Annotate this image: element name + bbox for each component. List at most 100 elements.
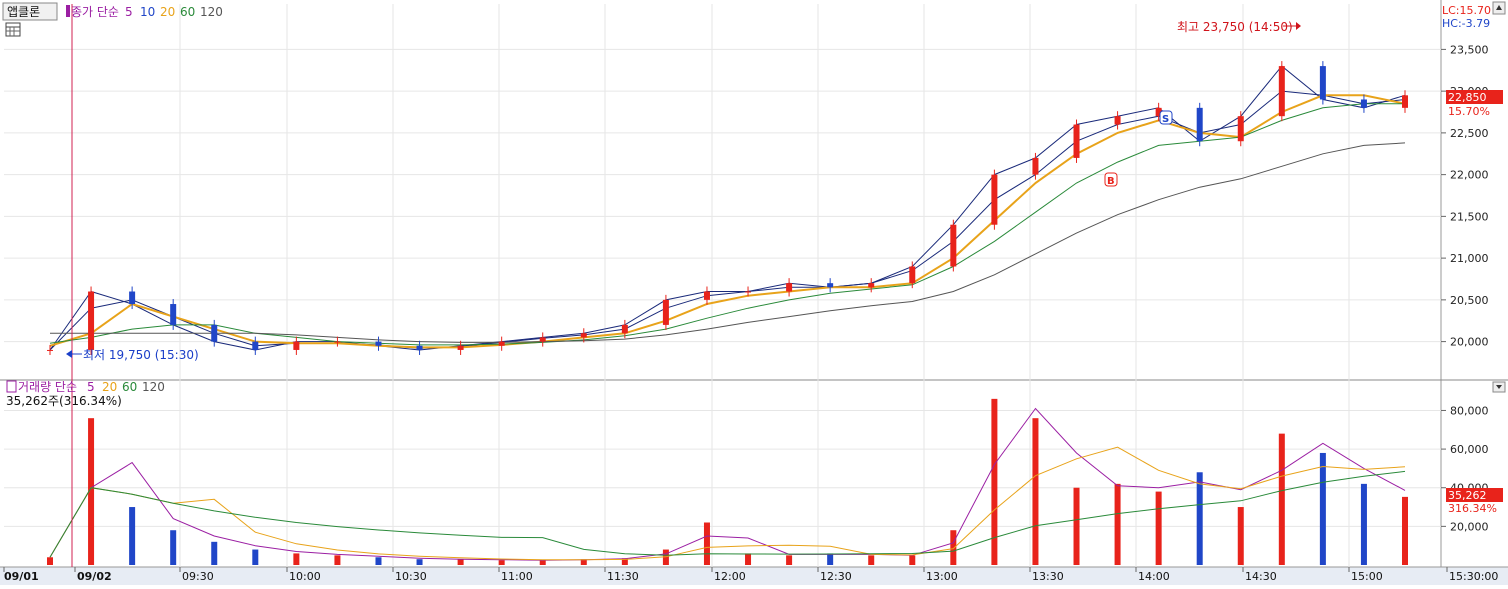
volume-tick-label: 80,000 [1450, 404, 1489, 417]
price-legend: 종가 단순 5 10 20 60 120 [66, 5, 223, 19]
calendar-icon[interactable] [5, 22, 21, 37]
volume-bar [827, 553, 834, 565]
price-tick-label: 23,500 [1450, 43, 1489, 56]
volume-bar [1114, 483, 1121, 565]
candle-body [375, 341, 382, 346]
candle-body [662, 299, 669, 325]
volume-bar [170, 530, 177, 565]
volume-bar [1073, 487, 1080, 565]
time-tick-label: 12:00 [714, 570, 746, 583]
time-tick-label: 14:00 [1138, 570, 1170, 583]
volume-bar [498, 560, 505, 565]
volume-bar [129, 507, 136, 565]
candle-body [1278, 66, 1285, 117]
candle-body [621, 324, 628, 334]
volume-legend-ma120: 120 [142, 380, 165, 394]
volume-legend-ma60: 60 [122, 380, 137, 394]
volume-bar [334, 555, 341, 565]
time-tick-label: 15:00 [1351, 570, 1383, 583]
candle-body [129, 291, 136, 305]
time-tick-label: 09/02 [77, 570, 112, 583]
candle-body [498, 341, 505, 346]
low-label: 최저 19,750 (15:30) [83, 348, 199, 362]
candle-body [580, 333, 587, 338]
time-tick-label: 14:30 [1245, 570, 1277, 583]
candle-body [909, 266, 916, 284]
candle-body [1402, 95, 1408, 108]
volume-legend-ma5: 5 [87, 380, 95, 394]
price-tick-label: 20,500 [1450, 294, 1489, 307]
volume-bar [1196, 472, 1203, 565]
candle-body [991, 174, 998, 225]
volume-bar [375, 557, 382, 565]
volume-bar [416, 559, 423, 565]
stock-chart: 20,00020,50021,00021,50022,00022,50023,0… [0, 0, 1508, 585]
stock-name-tab[interactable]: 앱클론 [2, 2, 58, 21]
candle-body [1073, 124, 1080, 158]
time-tick-label: 09/01 [4, 570, 39, 583]
price-legend-prefix: 종가 단순 [71, 5, 119, 19]
time-tick-label: 11:00 [501, 570, 533, 583]
candle-body [868, 283, 875, 288]
candle-body [88, 291, 95, 350]
price-tick-label: 22,000 [1450, 169, 1489, 182]
time-tick-label: 09:30 [182, 570, 214, 583]
sell-marker-label: S [1162, 114, 1169, 125]
current-volume-change: 316.34% [1448, 502, 1497, 515]
price-legend-ma10: 10 [140, 5, 155, 19]
volume-bar [703, 522, 710, 565]
candle-body [539, 337, 546, 342]
volume-bar [47, 557, 53, 565]
price-tick-label: 21,000 [1450, 252, 1489, 265]
volume-legend-prefix: 거래량 단순 [18, 380, 77, 394]
scroll-up-icon[interactable] [1492, 1, 1506, 15]
volume-tick-label: 20,000 [1450, 520, 1489, 533]
volume-readout: 35,262주(316.34%) [6, 394, 122, 408]
current-price-change: 15.70% [1448, 105, 1490, 118]
current-volume-value: 35,262 [1448, 489, 1487, 502]
chart-canvas: 20,00020,50021,00021,50022,00022,50023,0… [0, 0, 1508, 585]
candle-body [47, 349, 53, 351]
candle-body [950, 224, 957, 267]
time-tick-label: 13:00 [926, 570, 958, 583]
price-legend-ma5: 5 [125, 5, 133, 19]
volume-legend-ma20: 20 [102, 380, 117, 394]
candle-body [1196, 107, 1203, 142]
candle-body [703, 291, 710, 300]
candle-body [827, 283, 834, 288]
candle-body [786, 283, 793, 292]
volume-bar [252, 549, 259, 565]
candle-body [252, 341, 259, 350]
candle-body [211, 324, 218, 342]
candle-body [170, 304, 177, 325]
price-tick-label: 20,000 [1450, 336, 1489, 349]
volume-bar [457, 559, 464, 565]
candle-body [1032, 157, 1039, 175]
volume-bar [786, 555, 793, 565]
candle-body [745, 291, 752, 293]
buy-signal-marker: B [1104, 172, 1118, 187]
volume-bar [211, 541, 218, 565]
candle-body [293, 341, 300, 350]
price-legend-ma120: 120 [200, 5, 223, 19]
sell-signal-marker: S [1159, 110, 1173, 125]
candle-body [1319, 66, 1326, 100]
volume-bar [745, 553, 752, 565]
current-price-value: 22,850 [1448, 91, 1487, 104]
time-tick-label: 12:30 [820, 570, 852, 583]
time-axis-panel [0, 567, 1508, 585]
candle-body [457, 345, 464, 350]
volume-bar [293, 553, 300, 565]
low-annotation: 최저 19,750 (15:30) [66, 348, 199, 362]
candle-body [1114, 116, 1121, 125]
high-label: 최고 23,750 (14:50) [1177, 20, 1293, 34]
price-tick-label: 21,500 [1450, 210, 1489, 223]
buy-marker-label: B [1107, 176, 1115, 187]
candle-body [1237, 116, 1244, 142]
volume-bar [1032, 418, 1039, 565]
volume-bar [1237, 507, 1244, 565]
volume-bar [1278, 433, 1285, 565]
price-legend-ma20: 20 [160, 5, 175, 19]
volume-panel-toggle-icon[interactable] [1492, 381, 1506, 393]
volume-bar [1319, 452, 1326, 565]
